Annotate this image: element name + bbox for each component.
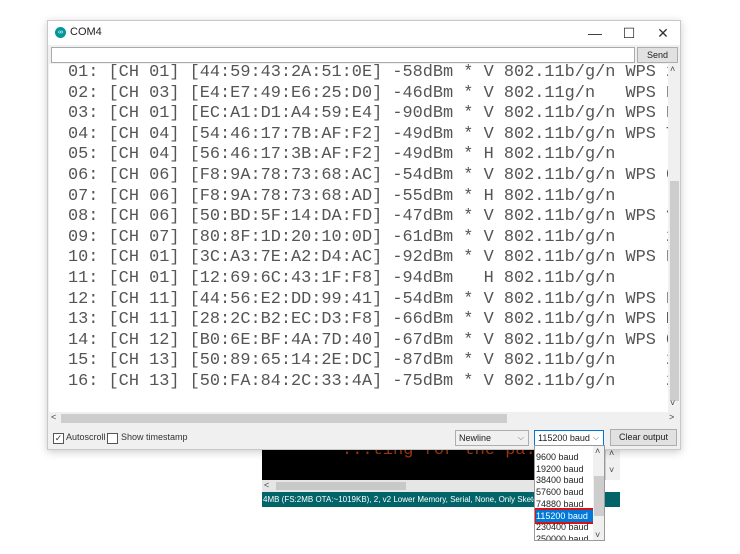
- maximize-button[interactable]: ☐: [612, 23, 646, 43]
- output-line: 02: [CH 03] [E4:E7:49:E6:25:D0] -46dBm *…: [68, 83, 668, 103]
- output-line: 11: [CH 01] [12:69:6C:43:1F:F8] -94dBm H…: [68, 268, 616, 288]
- autoscroll-checkbox[interactable]: ✓: [53, 433, 64, 444]
- show-timestamp-checkbox[interactable]: [107, 433, 118, 444]
- chevron-down-icon: ⌵: [592, 433, 599, 442]
- clear-output-button[interactable]: Clear output: [610, 429, 677, 446]
- dropdown-scrollbar[interactable]: ˄ ˅: [593, 446, 604, 540]
- ide-console-scrollbar[interactable]: ˄ ˅: [605, 448, 620, 480]
- autoscroll-label: Autoscroll: [66, 432, 106, 442]
- horizontal-scrollbar[interactable]: < >: [49, 412, 680, 425]
- output-line: 13: [CH 11] [28:2C:B2:EC:D3:F8] -66dBm *…: [68, 310, 668, 330]
- baud-option[interactable]: 250000 baud: [536, 533, 593, 540]
- baud-rate-value: 115200 baud: [538, 433, 590, 443]
- ide-console-hscroll[interactable]: <: [262, 480, 535, 492]
- show-timestamp-label: Show timestamp: [121, 432, 188, 442]
- baud-option[interactable]: 19200 baud: [536, 463, 593, 475]
- minimize-button[interactable]: —: [578, 23, 612, 43]
- title-bar: ∞ COM4 — ☐ ✕: [48, 21, 680, 45]
- baud-option[interactable]: 9600 baud: [536, 451, 593, 463]
- line-ending-value: Newline: [459, 433, 492, 443]
- serial-input[interactable]: [51, 47, 635, 63]
- output-line: 07: [CH 06] [F8:9A:78:73:68:AD] -55dBm *…: [68, 186, 616, 206]
- baud-option[interactable]: 38400 baud: [536, 474, 593, 486]
- baud-option[interactable]: 57600 baud: [536, 486, 593, 498]
- send-button[interactable]: Send: [637, 47, 678, 63]
- output-line: 14: [CH 12] [B0:6E:BF:4A:7D:40] -67dBm *…: [68, 330, 668, 350]
- baud-option[interactable]: 74880 baud: [536, 498, 593, 510]
- output-line: 06: [CH 06] [F8:9A:78:73:68:AC] -54dBm *…: [68, 165, 668, 185]
- output-line: 01: [CH 01] [44:59:43:2A:51:0E] -58dBm *…: [68, 64, 668, 82]
- baud-option[interactable]: 230400 baud: [536, 521, 593, 533]
- output-line: 05: [CH 04] [56:46:17:3B:AF:F2] -49dBm *…: [68, 145, 616, 165]
- chevron-down-icon: ⌵: [517, 433, 524, 442]
- output-line: 03: [CH 01] [EC:A1:D1:A4:59:E4] -90dBm *…: [68, 104, 668, 124]
- line-ending-select[interactable]: Newline ⌵: [455, 430, 529, 446]
- output-line: 10: [CH 01] [3C:A3:7E:A2:D4:AC] -92dBm *…: [68, 248, 668, 268]
- arduino-logo-icon: ∞: [55, 27, 66, 38]
- output-line: 15: [CH 13] [50:89:65:14:2E:DC] -87dBm *…: [68, 351, 668, 371]
- vertical-scrollbar[interactable]: ˄ ˅: [668, 64, 680, 412]
- output-line: 08: [CH 06] [50:BD:5F:14:DA:FD] -47dBm *…: [68, 207, 668, 227]
- output-line: 16: [CH 13] [50:FA:84:2C:33:4A] -75dBm *…: [68, 371, 668, 391]
- serial-output: 01: [CH 01] [44:59:43:2A:51:0E] -58dBm *…: [49, 64, 668, 412]
- ide-console-text: ...ting for the pa...: [342, 449, 535, 460]
- baud-rate-dropdown: 9600 baud 19200 baud 38400 baud 57600 baud 7…: [534, 445, 605, 541]
- serial-monitor-window: ∞ COM4 — ☐ ✕ Send 01: [CH 01] [44:59:43:…: [47, 20, 681, 450]
- ide-console: ...ting for the pa...: [262, 449, 535, 480]
- output-line: 09: [CH 07] [80:8F:1D:20:10:0D] -61dBm *…: [68, 227, 668, 247]
- baud-rate-select[interactable]: 115200 baud ⌵: [534, 430, 604, 446]
- close-button[interactable]: ✕: [646, 23, 680, 43]
- output-line: 12: [CH 11] [44:56:E2:DD:99:41] -54dBm *…: [68, 289, 668, 309]
- window-title: COM4: [70, 26, 102, 38]
- output-line: 04: [CH 04] [54:46:17:7B:AF:F2] -49dBm *…: [68, 124, 668, 144]
- output-lines: 01: [CH 01] [44:59:43:2A:51:0E] -58dBm *…: [68, 64, 668, 393]
- baud-option[interactable]: 115200 baud: [535, 507, 595, 524]
